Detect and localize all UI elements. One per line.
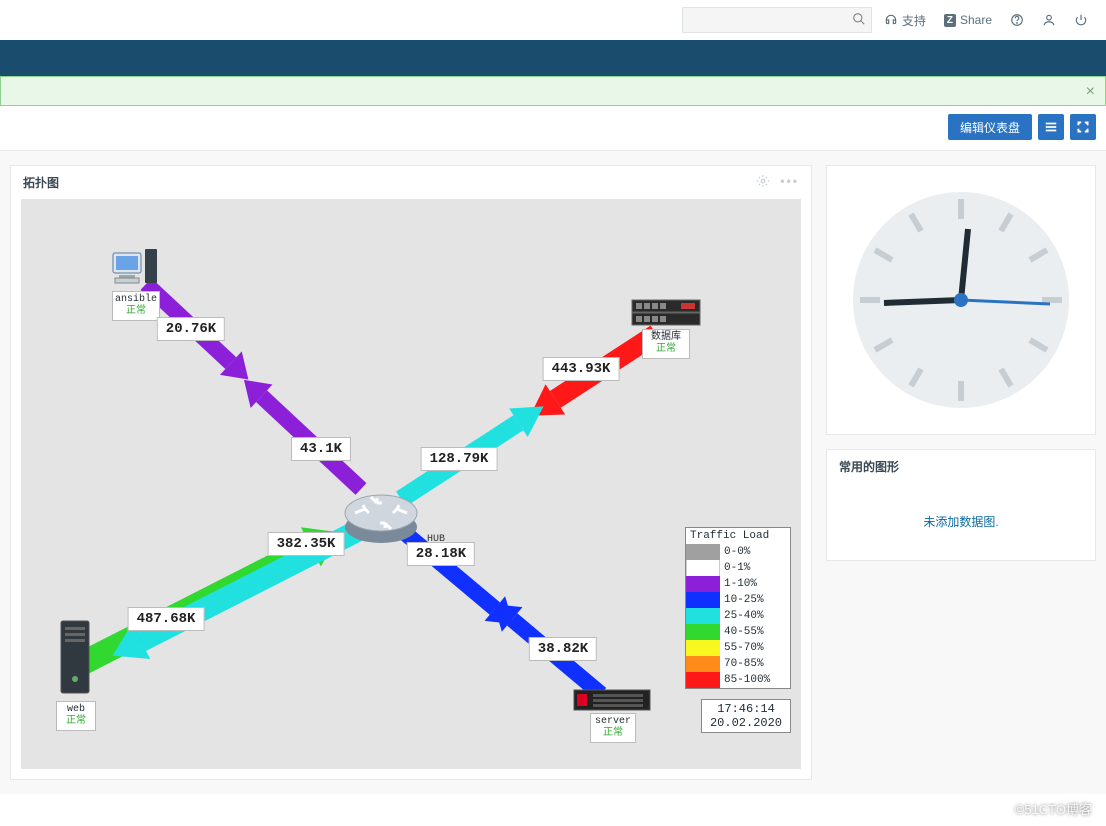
ansible-device-label: ansible正常 [112,291,160,321]
link-label: 38.82K [529,637,597,661]
share-badge-icon: Z [944,14,956,27]
topology-map[interactable]: HUB ansible正常 [21,199,801,769]
hub-device-icon [341,479,421,549]
link-label: 43.1K [291,437,351,461]
link-label: 382.35K [268,532,345,556]
search-input-wrap [682,7,872,33]
database-device-label: 数据库正常 [642,329,690,359]
share-label: Share [960,13,992,27]
graphs-panel: 常用的图形 未添加数据图. [826,449,1096,561]
more-icon[interactable]: ••• [780,174,799,191]
traffic-legend: Traffic Load 0-0%0-1%1-10%10-25%25-40%40… [685,527,791,689]
support-label: 支持 [902,12,926,29]
user-button[interactable] [1036,7,1062,33]
web-device-icon [55,619,95,699]
power-button[interactable] [1068,7,1094,33]
link-label: 443.93K [543,357,620,381]
clock-panel [826,165,1096,435]
ansible-device-icon [111,247,161,289]
support-link[interactable]: 支持 [878,7,932,33]
topology-panel: 拓扑图 ••• [10,165,812,780]
server-device-label: server正常 [590,713,636,743]
search-input[interactable] [682,7,872,33]
link-label: 28.18K [407,542,475,566]
timestamp-box: 17:46:14 20.02.2020 [701,699,791,733]
clock-icon [846,185,1076,415]
panel-title: 常用的图形 [839,458,899,475]
server-device-icon [573,689,651,711]
search-icon[interactable] [852,12,866,29]
add-graph-link[interactable]: 未添加数据图. [827,483,1095,560]
menu-button[interactable] [1038,114,1064,140]
close-icon[interactable]: × [1086,83,1095,101]
alert-banner: × [0,76,1106,106]
gear-icon[interactable] [756,174,770,191]
help-button[interactable] [1004,7,1030,33]
panel-title: 拓扑图 [23,174,59,191]
edit-dashboard-button[interactable]: 编辑仪表盘 [948,114,1032,140]
link-label: 20.76K [157,317,225,341]
fullscreen-button[interactable] [1070,114,1096,140]
nav-bar [0,40,1106,76]
web-device-label: web正常 [56,701,96,731]
link-label: 128.79K [421,447,498,471]
watermark: ©51CTO博客 [1015,799,1092,818]
link-label: 487.68K [128,607,205,631]
share-link[interactable]: Z Share [938,7,998,33]
database-device-icon [631,299,701,327]
